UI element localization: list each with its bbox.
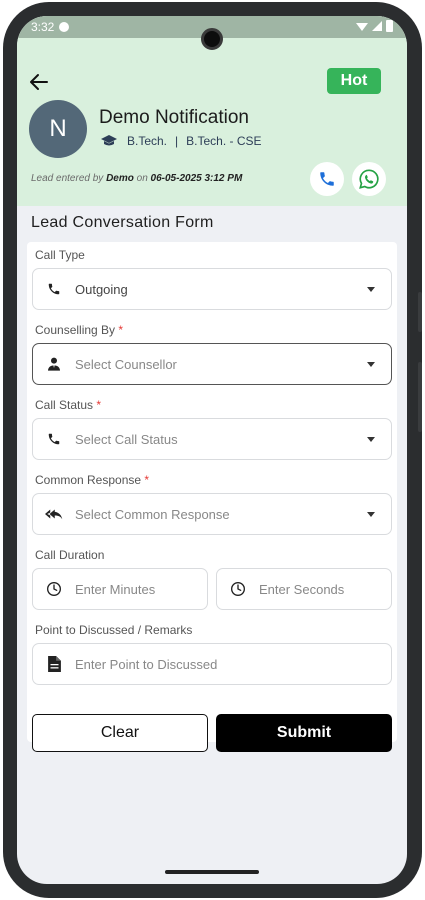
- common-response-label: Common Response *: [35, 473, 149, 487]
- battery-icon: [386, 20, 393, 32]
- entered-date: 06-05-2025 3:12 PM: [150, 173, 243, 184]
- whatsapp-icon: [359, 169, 379, 189]
- clear-button[interactable]: Clear: [32, 714, 208, 752]
- call-status-placeholder: Select Call Status: [75, 431, 178, 447]
- app-screen: 3:32 Hot N Demo Notification B.Tech. | B…: [17, 16, 407, 884]
- required-marker: *: [118, 323, 124, 337]
- call-type-value: Outgoing: [75, 281, 128, 297]
- person-icon: [45, 355, 63, 373]
- seconds-input[interactable]: Enter Seconds: [216, 568, 392, 610]
- remarks-input[interactable]: Enter Point to Discussed: [32, 643, 392, 685]
- chevron-down-icon: [367, 361, 375, 367]
- branch-text: B.Tech. - CSE: [186, 134, 262, 148]
- chevron-down-icon: [367, 436, 375, 442]
- back-button[interactable]: [27, 70, 51, 94]
- call-button[interactable]: [310, 162, 344, 196]
- submit-button[interactable]: Submit: [216, 714, 392, 752]
- required-marker: *: [144, 473, 150, 487]
- arrow-left-icon: [30, 74, 48, 90]
- phone-icon: [45, 280, 63, 298]
- call-type-label: Call Type: [35, 248, 85, 262]
- seconds-placeholder: Enter Seconds: [259, 581, 345, 597]
- remarks-placeholder: Enter Point to Discussed: [75, 656, 218, 672]
- status-time: 3:32: [31, 20, 55, 34]
- course-info: B.Tech. | B.Tech. - CSE: [101, 134, 262, 148]
- graduation-cap-icon: [101, 135, 117, 146]
- minutes-input[interactable]: Enter Minutes: [32, 568, 208, 610]
- call-status-label: Call Status *: [35, 398, 101, 412]
- conversation-form: Call Type Outgoing Counselling By * Sele…: [27, 242, 397, 752]
- phone-icon: [320, 172, 334, 186]
- entered-by-text: Lead entered by Demo on 06-05-2025 3:12 …: [31, 173, 242, 184]
- minutes-placeholder: Enter Minutes: [75, 581, 156, 597]
- lead-name: Demo Notification: [99, 107, 249, 128]
- common-response-label-text: Common Response: [35, 473, 142, 487]
- common-response-placeholder: Select Common Response: [75, 506, 230, 522]
- front-camera: [201, 28, 223, 50]
- reply-all-icon: [45, 505, 63, 523]
- priority-badge: Hot: [327, 68, 381, 94]
- call-status-label-text: Call Status: [35, 398, 94, 412]
- entered-on-word: on: [136, 173, 148, 184]
- chevron-down-icon: [367, 511, 375, 517]
- call-duration-label-text: Call Duration: [35, 548, 105, 562]
- remarks-label-text: Point to Discussed / Remarks: [35, 623, 193, 637]
- counselling-by-label-text: Counselling By: [35, 323, 116, 337]
- call-duration-label: Call Duration: [35, 548, 104, 562]
- whatsapp-button[interactable]: [352, 162, 386, 196]
- entered-by-name: Demo: [106, 173, 134, 184]
- power-button: [418, 362, 422, 432]
- counsellor-select[interactable]: Select Counsellor: [32, 343, 392, 385]
- remarks-label: Point to Discussed / Remarks: [35, 623, 192, 637]
- call-type-label-text: Call Type: [35, 248, 85, 262]
- call-status-select[interactable]: Select Call Status: [32, 418, 392, 460]
- notification-dot-icon: [59, 22, 69, 32]
- signal-icon: [372, 21, 382, 31]
- phone-icon: [45, 430, 63, 448]
- document-icon: [45, 655, 63, 673]
- required-marker: *: [96, 398, 102, 412]
- clock-icon: [45, 580, 63, 598]
- entered-prefix: Lead entered by: [31, 173, 104, 184]
- chevron-down-icon: [367, 286, 375, 292]
- form-title: Lead Conversation Form: [31, 214, 214, 231]
- common-response-select[interactable]: Select Common Response: [32, 493, 392, 535]
- separator: |: [175, 134, 179, 148]
- wifi-icon: [356, 23, 368, 31]
- degree-text: B.Tech.: [127, 134, 168, 148]
- home-indicator[interactable]: [165, 870, 259, 874]
- avatar: N: [29, 100, 87, 158]
- call-type-select[interactable]: Outgoing: [32, 268, 392, 310]
- counsellor-placeholder: Select Counsellor: [75, 356, 177, 372]
- clock-icon: [229, 580, 247, 598]
- status-icons: [356, 20, 393, 32]
- volume-button: [418, 292, 422, 332]
- counselling-by-label: Counselling By *: [35, 323, 123, 337]
